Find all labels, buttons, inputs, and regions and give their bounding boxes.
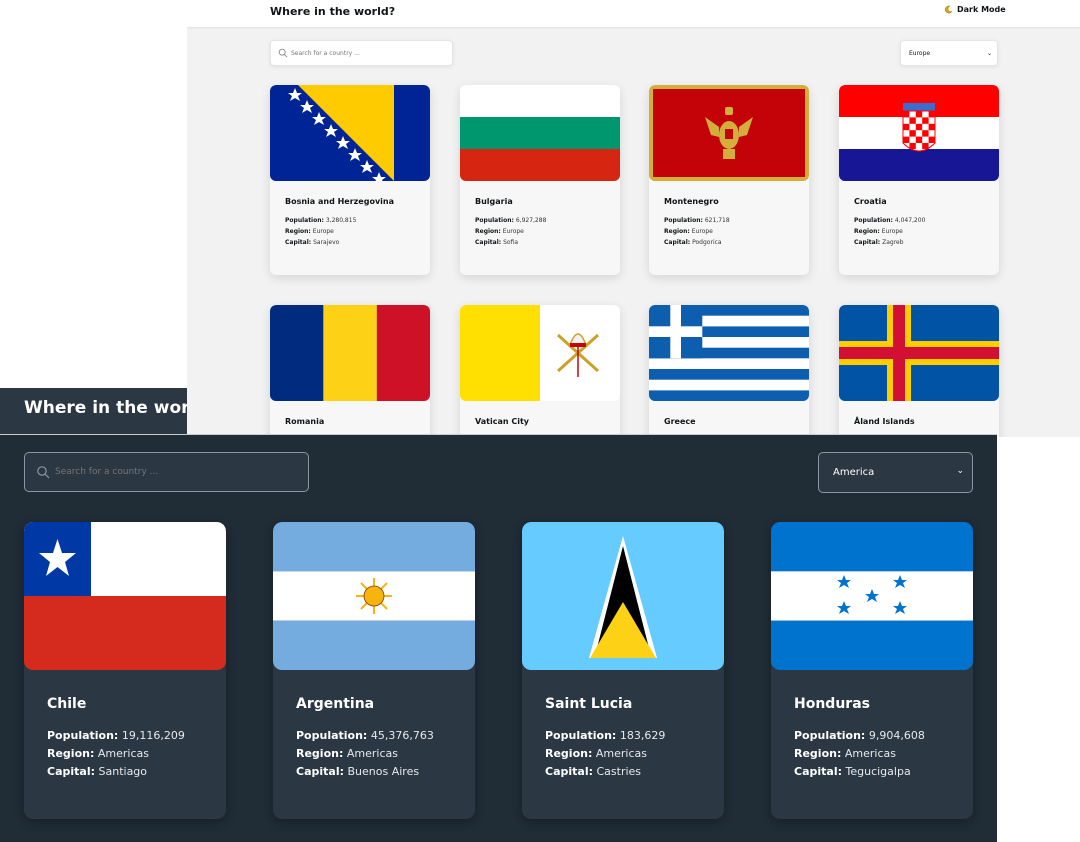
flag-croatia — [839, 85, 999, 181]
search-input[interactable] — [291, 45, 446, 61]
country-card-argentina[interactable]: Argentina Population: 45,376,763 Region:… — [273, 522, 475, 819]
country-region: Region: Europe — [664, 228, 713, 235]
country-capital: Capital: Sarajevo — [285, 239, 340, 246]
light-mode-screenshot: Where in the world? Dark Mode Europe ⌄ — [187, 0, 1080, 437]
dark-mode-screenshot: America ⌄ Chile Population: 19,116,209 R… — [0, 434, 997, 842]
dark-header-bar: Where in the world? — [0, 388, 187, 434]
country-capital: Capital: Tegucigalpa — [794, 765, 911, 778]
flag-aland — [839, 305, 999, 401]
country-name: Honduras — [794, 696, 870, 712]
search-box-dark[interactable] — [24, 452, 309, 492]
search-icon — [278, 48, 288, 58]
moon-icon — [945, 5, 953, 14]
country-card-honduras[interactable]: Honduras Population: 9,904,608 Region: A… — [771, 522, 973, 819]
app-title-dark: Where in the world? — [24, 398, 187, 418]
country-name: Argentina — [296, 696, 375, 712]
flag-argentina — [273, 522, 475, 670]
country-population: Population: 621,718 — [664, 217, 730, 224]
country-region: Region: Americas — [296, 747, 398, 760]
country-capital: Capital: Santiago — [47, 765, 148, 778]
country-region: Region: Americas — [545, 747, 647, 760]
country-region: Region: Europe — [475, 228, 524, 235]
country-capital: Capital: Sofia — [475, 239, 519, 246]
header-bar: Where in the world? Dark Mode — [187, 0, 1080, 27]
dark-mode-toggle[interactable]: Dark Mode — [944, 5, 1006, 14]
flag-chile — [24, 522, 226, 670]
country-card-greece[interactable]: Greece — [649, 305, 809, 437]
app-title: Where in the world? — [270, 5, 396, 18]
country-population: Population: 183,629 — [545, 729, 666, 742]
region-filter-select[interactable]: Europe ⌄ — [900, 40, 998, 66]
chevron-down-icon: ⌄ — [956, 466, 964, 476]
flag-bulgaria — [460, 85, 620, 181]
search-box[interactable] — [270, 40, 453, 66]
country-name: Bosnia and Herzegovina — [285, 197, 395, 206]
country-card-chile[interactable]: Chile Population: 19,116,209 Region: Ame… — [24, 522, 226, 819]
country-population: Population: 6,927,288 — [475, 217, 547, 224]
country-name: Montenegro — [664, 197, 719, 206]
country-population: Population: 3,280,815 — [285, 217, 357, 224]
region-filter-select-dark[interactable]: America ⌄ — [818, 452, 973, 493]
search-input-dark[interactable] — [55, 463, 295, 481]
country-name: Åland Islands — [854, 417, 915, 426]
flag-saint-lucia — [522, 522, 724, 670]
region-filter-value: America — [833, 467, 875, 478]
country-card-saint-lucia[interactable]: Saint Lucia Population: 183,629 Region: … — [522, 522, 724, 819]
country-card-montenegro[interactable]: Montenegro Population: 621,718 Region: E… — [649, 85, 809, 275]
country-card-bosnia[interactable]: Bosnia and Herzegovina Population: 3,280… — [270, 85, 430, 275]
country-region: Region: Americas — [47, 747, 149, 760]
chevron-down-icon: ⌄ — [986, 50, 992, 57]
country-name: Greece — [664, 417, 696, 426]
country-region: Region: Europe — [854, 228, 903, 235]
country-card-aland[interactable]: Åland Islands — [839, 305, 999, 437]
flag-honduras — [771, 522, 973, 670]
country-population: Population: 45,376,763 — [296, 729, 434, 742]
flag-romania — [270, 305, 430, 401]
flag-bosnia — [270, 85, 430, 181]
country-capital: Capital: Zagreb — [854, 239, 904, 246]
search-icon — [37, 466, 50, 479]
country-population: Population: 4,047,200 — [854, 217, 926, 224]
country-name: Chile — [47, 696, 87, 712]
flag-greece — [649, 305, 809, 401]
country-card-croatia[interactable]: Croatia Population: 4,047,200 Region: Eu… — [839, 85, 999, 275]
country-capital: Capital: Buenos Aires — [296, 765, 420, 778]
flag-vatican — [460, 305, 620, 401]
country-name: Vatican City — [475, 417, 529, 426]
country-name: Croatia — [854, 197, 887, 206]
country-population: Population: 9,904,608 — [794, 729, 925, 742]
country-card-bulgaria[interactable]: Bulgaria Population: 6,927,288 Region: E… — [460, 85, 620, 275]
dark-mode-label: Dark Mode — [957, 5, 1006, 14]
country-name: Bulgaria — [475, 197, 513, 206]
country-card-vatican[interactable]: Vatican City — [460, 305, 620, 437]
country-capital: Capital: Podgorica — [664, 239, 722, 246]
country-region: Region: Europe — [285, 228, 334, 235]
country-population: Population: 19,116,209 — [47, 729, 185, 742]
country-capital: Capital: Castries — [545, 765, 642, 778]
country-name: Saint Lucia — [545, 696, 633, 712]
country-region: Region: Americas — [794, 747, 896, 760]
country-card-romania[interactable]: Romania — [270, 305, 430, 437]
country-name: Romania — [285, 417, 325, 426]
flag-montenegro — [649, 85, 809, 181]
region-filter-value: Europe — [909, 50, 931, 57]
